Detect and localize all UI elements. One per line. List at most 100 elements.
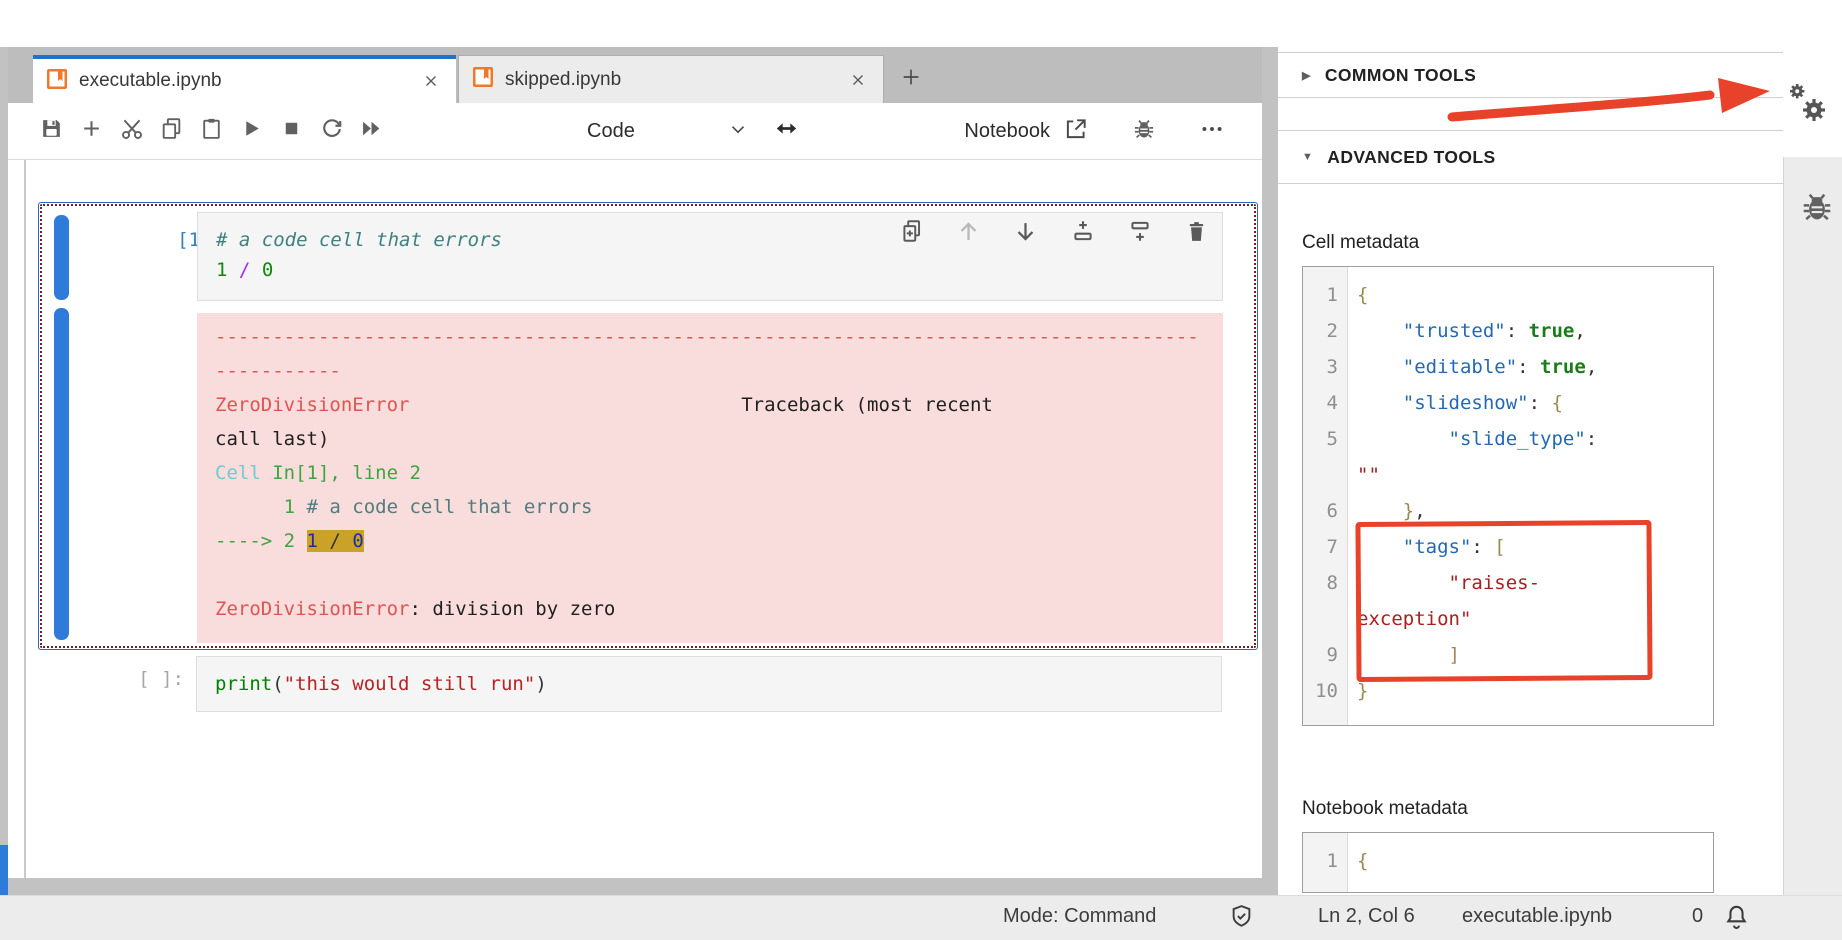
duplicate-cell-button[interactable] xyxy=(898,220,925,247)
close-icon[interactable] xyxy=(847,69,869,91)
tab-executable-ipynb[interactable]: executable.ipynb xyxy=(33,55,456,103)
double-gear-icon xyxy=(1786,115,1832,132)
empty-execution-prompt: [ ]: xyxy=(102,668,184,690)
left-edge-active-indicator xyxy=(0,845,8,895)
copy-icon xyxy=(159,116,184,146)
kernel-name: Notebook xyxy=(964,120,1050,143)
tab-skipped-ipynb[interactable]: skipped.ipynb xyxy=(458,55,884,103)
new-tab-button[interactable] xyxy=(888,55,934,103)
cut-cells-button[interactable] xyxy=(118,118,145,145)
code-line: ----------------------------------------… xyxy=(215,320,1205,354)
code-cell-2[interactable]: print("this would still run") xyxy=(196,656,1222,712)
code-cell-1[interactable]: [1]: # a code cell that errors1 / 0 ----… xyxy=(38,202,1258,650)
insert-above-icon xyxy=(1070,218,1096,249)
restart-run-all-button[interactable] xyxy=(358,118,385,145)
cell-type-value: Code xyxy=(563,120,635,143)
left-edge-strip xyxy=(0,47,8,895)
cell-metadata-editor[interactable]: 1{2 "trusted": true,3 "editable": true,4… xyxy=(1302,266,1714,726)
dock-gap xyxy=(1262,47,1278,895)
code-line: Cell In[1], line 2 xyxy=(215,456,1205,490)
meta-row: 4 "slideshow": { xyxy=(1303,385,1713,421)
active-filename[interactable]: executable.ipynb xyxy=(1462,905,1612,928)
right-sidebar-strip xyxy=(1783,157,1842,895)
jupyterlab-window: executable.ipynb skipped.ipynb xyxy=(0,0,1842,940)
close-icon[interactable] xyxy=(420,70,442,92)
chevron-down-icon xyxy=(727,118,755,145)
meta-row: 1{ xyxy=(1303,843,1713,879)
meta-row: 10} xyxy=(1303,673,1713,709)
cell-code: print("this would still run") xyxy=(215,669,1203,699)
section-common-tools[interactable]: ▶ COMMON TOOLS xyxy=(1278,52,1783,98)
more-commands-button[interactable] xyxy=(1198,118,1225,145)
duplicate-icon xyxy=(899,218,925,249)
insert-below-icon xyxy=(1127,218,1153,249)
trash-icon xyxy=(1184,219,1209,249)
code-line: ----------- xyxy=(215,354,1205,388)
interrupt-kernel-button[interactable] xyxy=(278,118,305,145)
cell-toolbar xyxy=(898,220,1210,247)
expanded-caret-icon: ▼ xyxy=(1302,151,1313,163)
move-cell-up-button[interactable] xyxy=(955,220,982,247)
plus-icon xyxy=(79,116,104,146)
bell-icon[interactable] xyxy=(1722,902,1751,937)
copy-cells-button[interactable] xyxy=(158,118,185,145)
tab-title: executable.ipynb xyxy=(79,70,222,92)
meta-row: 3 "editable": true, xyxy=(1303,349,1713,385)
property-inspector-tab[interactable] xyxy=(1786,82,1832,128)
left-right-arrow-icon xyxy=(773,115,800,147)
bug-icon xyxy=(1798,213,1836,230)
insert-cell-below-button[interactable] xyxy=(1126,220,1153,247)
panel-bottom-gap xyxy=(8,878,1262,895)
meta-row: 1{ xyxy=(1303,277,1713,313)
save-icon xyxy=(39,116,64,146)
external-link-icon xyxy=(1063,116,1089,147)
shield-check-icon[interactable] xyxy=(1228,903,1255,936)
save-button[interactable] xyxy=(38,118,65,145)
bug-icon xyxy=(1131,116,1157,147)
debugger-sidebar-tab[interactable] xyxy=(1798,188,1838,228)
insert-cell-button[interactable] xyxy=(78,118,105,145)
insert-cell-above-button[interactable] xyxy=(1069,220,1096,247)
section-label: ADVANCED TOOLS xyxy=(1327,147,1495,168)
panel-left-border xyxy=(24,160,26,878)
input-collapser[interactable] xyxy=(54,215,69,300)
debugger-toggle-button[interactable] xyxy=(1130,118,1157,145)
notification-count[interactable]: 0 xyxy=(1692,905,1703,928)
status-bar: Mode: Command Ln 2, Col 6 executable.ipy… xyxy=(0,895,1842,940)
arrow-down-icon xyxy=(1012,218,1039,250)
output-collapser[interactable] xyxy=(54,308,69,640)
clipboard-icon xyxy=(199,116,224,146)
expand-toolbar-button[interactable] xyxy=(773,118,800,145)
plus-icon xyxy=(900,66,922,93)
ellipsis-icon xyxy=(1199,116,1225,147)
code-line: ZeroDivisionError Traceback (most recent xyxy=(215,388,1205,422)
fast-forward-icon xyxy=(358,115,385,147)
cursor-position[interactable]: Ln 2, Col 6 xyxy=(1318,905,1415,928)
mode-indicator[interactable]: Mode: Command xyxy=(1003,905,1156,928)
cell-metadata-label: Cell metadata xyxy=(1302,232,1419,254)
notebook-icon xyxy=(47,69,67,94)
notebook-metadata-label: Notebook metadata xyxy=(1302,798,1468,820)
cell-metadata-json: 1{2 "trusted": true,3 "editable": true,4… xyxy=(1303,277,1713,709)
move-cell-down-button[interactable] xyxy=(1012,220,1039,247)
dock-tab-bar: executable.ipynb skipped.ipynb xyxy=(8,47,1262,103)
stop-icon xyxy=(279,116,304,146)
scissors-icon xyxy=(119,116,145,147)
cell-code-editor[interactable]: # a code cell that errors1 / 0 xyxy=(197,212,1223,301)
code-line xyxy=(215,558,1205,592)
meta-row: 7 "tags": [ xyxy=(1303,529,1713,565)
run-cell-button[interactable] xyxy=(238,118,265,145)
delete-cell-button[interactable] xyxy=(1183,220,1210,247)
collapsed-caret-icon: ▶ xyxy=(1302,69,1311,82)
notebook-toolbar: Code Notebook xyxy=(8,103,1262,160)
cell-type-dropdown[interactable]: Code xyxy=(563,113,755,149)
meta-row: 6 }, xyxy=(1303,493,1713,529)
open-in-new-button[interactable] xyxy=(1062,118,1089,145)
notebook-icon xyxy=(473,67,493,92)
code-line: ----> 2 1 / 0 xyxy=(215,524,1205,558)
section-label: COMMON TOOLS xyxy=(1325,65,1476,86)
section-advanced-tools[interactable]: ▼ ADVANCED TOOLS xyxy=(1278,130,1783,184)
restart-kernel-button[interactable] xyxy=(318,118,345,145)
notebook-metadata-editor[interactable]: 1{ xyxy=(1302,832,1714,893)
paste-cells-button[interactable] xyxy=(198,118,225,145)
